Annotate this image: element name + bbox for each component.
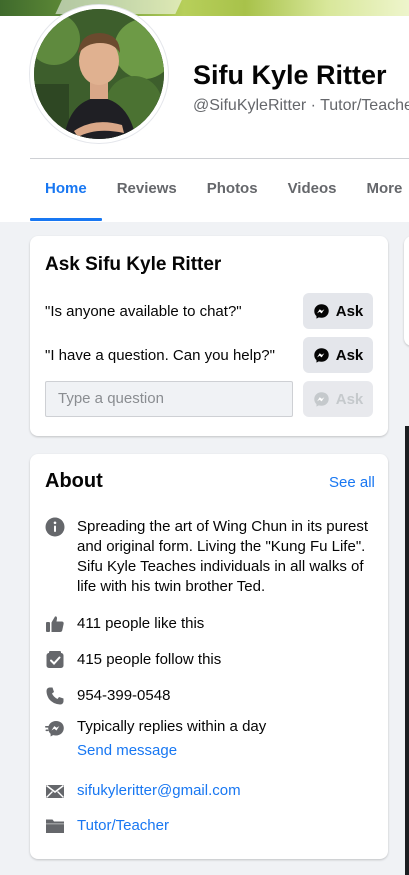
thumbs-up-icon [45, 614, 65, 634]
category-link[interactable]: Tutor/Teacher [77, 816, 373, 836]
likes-row: 411 people like this [45, 614, 375, 636]
question-input[interactable]: Type a question [45, 381, 293, 417]
tab-reviews[interactable]: Reviews [102, 160, 192, 218]
tab-videos-label: Videos [287, 180, 337, 197]
phone-icon [45, 686, 65, 706]
tab-home-label: Home [45, 180, 87, 197]
send-message-link[interactable]: Send message [77, 741, 373, 761]
page-header: Sifu Kyle Ritter @SifuKyleRitter · Tutor… [0, 0, 409, 222]
about-description: Spreading the art of Wing Chun in its pu… [77, 518, 368, 595]
tab-more[interactable]: More▼ [352, 160, 409, 218]
tab-photos-label: Photos [206, 180, 258, 197]
about-title: About [45, 470, 103, 492]
ask-button-1[interactable]: Ask [303, 293, 373, 329]
messenger-icon [314, 347, 329, 363]
right-column-media-edge [405, 426, 409, 875]
follow-check-icon [45, 650, 65, 670]
profile-picture[interactable] [30, 5, 168, 143]
ask-button-custom-label: Ask [335, 390, 364, 408]
response-time: Typically replies within a day [77, 718, 267, 735]
ask-button-2-label: Ask [335, 346, 364, 364]
likes-count: 411 people like this [77, 615, 205, 632]
follows-count: 415 people follow this [77, 651, 222, 668]
header-divider [30, 158, 409, 159]
cover-photo[interactable] [0, 0, 409, 16]
suggested-question-1: "Is anyone available to chat?" [45, 303, 242, 320]
page-tabs: Home Reviews Photos Videos More▼ [30, 160, 409, 221]
folder-icon [45, 816, 65, 836]
messenger-icon [45, 719, 65, 739]
ask-button-custom[interactable]: Ask [303, 381, 373, 417]
phone-row: 954-399-0548 [45, 686, 375, 708]
suggested-question-2: "I have a question. Can you help?" [45, 347, 275, 364]
see-all-link[interactable]: See all [329, 474, 375, 491]
tab-reviews-label: Reviews [116, 180, 177, 197]
follows-row: 415 people follow this [45, 650, 375, 672]
envelope-icon [45, 781, 65, 801]
ask-button-2[interactable]: Ask [303, 337, 373, 373]
ask-button-1-label: Ask [335, 302, 364, 320]
page-name: Sifu Kyle Ritter [193, 60, 387, 90]
response-time-row: Typically replies within a day Send mess… [45, 717, 375, 763]
phone-number[interactable]: 954-399-0548 [77, 686, 373, 706]
messenger-icon [314, 391, 329, 407]
email-link[interactable]: sifukyleritter@gmail.com [77, 781, 373, 801]
tab-videos[interactable]: Videos [273, 160, 352, 218]
tab-more-label: More [366, 180, 403, 197]
about-card: About See all Spreading the art of Wing … [30, 454, 388, 859]
ask-card-title: Ask Sifu Kyle Ritter [45, 254, 222, 275]
info-icon [45, 517, 65, 537]
messenger-icon [314, 303, 329, 319]
about-description-row: Spreading the art of Wing Chun in its pu… [45, 517, 375, 599]
tab-home[interactable]: Home [30, 160, 102, 221]
category-row: Tutor/Teacher [45, 816, 375, 838]
page-handle-category: @SifuKyleRitter · Tutor/Teacher [193, 97, 409, 114]
right-column-card-edge [404, 236, 409, 346]
ask-card: Ask Sifu Kyle Ritter "Is anyone availabl… [30, 236, 388, 436]
email-row: sifukyleritter@gmail.com [45, 781, 375, 803]
tab-photos[interactable]: Photos [192, 160, 273, 218]
profile-photo-illustration [34, 9, 164, 139]
